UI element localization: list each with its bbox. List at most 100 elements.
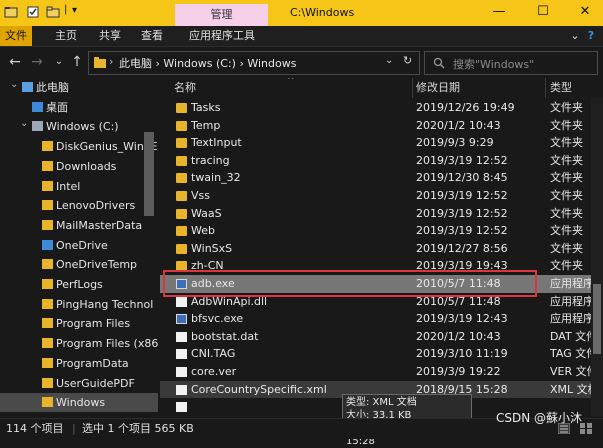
sidebar-item-diskgenius-winpe[interactable]: DiskGenius_WinPE bbox=[0, 137, 158, 156]
title-bar: | ▾ 管理 C:\Windows — ☐ ✕ bbox=[0, 0, 603, 26]
ribbon-tabs: 文件 主页 共享 查看 应用程序工具 ⌄ ? bbox=[0, 26, 603, 47]
sidebar-item-onedrivetemp[interactable]: OneDriveTemp bbox=[0, 255, 158, 274]
properties-icon[interactable] bbox=[26, 5, 40, 19]
file-row[interactable]: WinSxS 2019/12/27 8:56 文件夹 bbox=[160, 240, 603, 258]
file-name: bfsvc.exe bbox=[191, 312, 244, 326]
tab-home[interactable]: 主页 bbox=[50, 26, 82, 46]
file-row[interactable]: bootstat.dat 2020/1/2 10:43 DAT 文件 bbox=[160, 328, 603, 346]
sidebar-item-[interactable]: ⌄ 此电脑 bbox=[0, 78, 158, 97]
folder-icon bbox=[42, 377, 53, 388]
folder-icon bbox=[42, 160, 53, 171]
file-type: 文件夹 bbox=[550, 259, 583, 273]
folder-icon bbox=[176, 226, 187, 237]
sidebar-item-perflogs[interactable]: PerfLogs bbox=[0, 275, 158, 294]
file-row[interactable]: bfsvc.exe 2019/3/19 12:43 应用程序 bbox=[160, 310, 603, 328]
sidebar-item-label: Program Files (x86 bbox=[56, 337, 158, 351]
refresh-icon[interactable]: ↻ bbox=[403, 54, 412, 67]
sidebar-item-label: Downloads bbox=[56, 159, 117, 173]
sidebar-item-intel[interactable]: Intel bbox=[0, 177, 158, 196]
sidebar-item-label: OneDriveTemp bbox=[56, 258, 138, 272]
sidebar-item-label: Windows bbox=[56, 396, 106, 410]
address-path[interactable]: 此电脑 › Windows (C:) › Windows bbox=[119, 55, 296, 71]
file-icon bbox=[176, 349, 187, 360]
file-name: tracing bbox=[191, 153, 230, 167]
navigation-pane: ⌄ 此电脑 桌面 ⌄ Windows (C:) DiskGenius_WinPE Downl… bbox=[0, 78, 158, 416]
column-header-name[interactable]: 名称 bbox=[174, 78, 196, 98]
maximize-button[interactable]: ☐ bbox=[521, 0, 565, 26]
folder-icon bbox=[176, 208, 187, 219]
file-type: 文件夹 bbox=[550, 206, 583, 220]
file-name: Temp bbox=[191, 118, 221, 132]
navigation-scrollbar[interactable] bbox=[144, 132, 154, 216]
back-button[interactable]: ← bbox=[8, 54, 22, 70]
file-row[interactable]: TextInput 2019/9/3 9:29 文件夹 bbox=[160, 134, 603, 152]
file-row[interactable]: Tasks 2019/12/26 19:49 文件夹 bbox=[160, 99, 603, 117]
recent-locations-button[interactable]: ⌄ bbox=[52, 54, 66, 70]
sidebar-item-windows[interactable]: Windows bbox=[0, 393, 158, 413]
sidebar-item-userguidepdf[interactable]: UserGuidePDF bbox=[0, 374, 158, 393]
sidebar-item-pinghang-technol[interactable]: PingHang Technol bbox=[0, 295, 158, 314]
up-button[interactable]: ↑ bbox=[70, 54, 84, 70]
sidebar-item-windows-c[interactable]: ⌄ Windows (C:) bbox=[0, 117, 158, 136]
address-bar[interactable]: › 此电脑 › Windows (C:) › Windows ⌄ ↻ bbox=[88, 51, 420, 75]
file-name: Web bbox=[191, 224, 215, 238]
folder-icon bbox=[42, 279, 53, 289]
sidebar-item-label: DiskGenius_WinPE bbox=[56, 140, 158, 154]
sidebar-item-program-files-x86[interactable]: Program Files (x86 bbox=[0, 334, 158, 353]
file-row[interactable]: WaaS 2019/3/19 12:52 文件夹 bbox=[160, 205, 603, 223]
new-folder-icon[interactable] bbox=[46, 5, 60, 19]
qa-customize-icon[interactable]: ▾ bbox=[72, 5, 77, 16]
file-row[interactable]: CNI.TAG 2019/3/10 11:19 TAG 文件 bbox=[160, 345, 603, 363]
file-name: CoreCountrySpecific.xml bbox=[191, 382, 327, 396]
desktop-icon bbox=[32, 101, 43, 112]
folder-icon bbox=[42, 141, 53, 152]
file-icon bbox=[176, 367, 187, 377]
tab-file[interactable]: 文件 bbox=[0, 26, 32, 46]
folder-icon bbox=[94, 57, 106, 68]
folder-icon bbox=[42, 219, 53, 230]
column-divider[interactable] bbox=[412, 78, 413, 98]
selection-info: 选中 1 个项目 565 KB bbox=[82, 422, 194, 435]
sidebar-item-downloads[interactable]: Downloads bbox=[0, 157, 158, 176]
sidebar-item-programdata[interactable]: ProgramData bbox=[0, 354, 158, 373]
address-dropdown-icon[interactable]: ⌄ bbox=[385, 55, 393, 66]
file-list-scrollbar[interactable] bbox=[591, 98, 603, 416]
search-input[interactable]: 搜索"Windows" bbox=[453, 56, 534, 72]
file-type: 应用程序 bbox=[550, 312, 594, 326]
ribbon-collapse-icon[interactable]: ⌄ bbox=[568, 26, 582, 46]
file-name: WinSxS bbox=[191, 241, 233, 255]
file-row[interactable]: core.ver 2019/3/9 19:22 VER 文件 bbox=[160, 363, 603, 381]
folder-icon bbox=[42, 397, 53, 408]
column-header-type[interactable]: 类型 bbox=[550, 78, 572, 98]
scrollbar-thumb[interactable] bbox=[593, 284, 601, 354]
help-icon[interactable]: ? bbox=[584, 26, 598, 46]
tab-share[interactable]: 共享 bbox=[94, 26, 126, 46]
context-tab-manage[interactable]: 管理 bbox=[175, 4, 268, 26]
column-divider[interactable] bbox=[545, 78, 546, 98]
file-row[interactable]: twain_32 2019/12/30 8:45 文件夹 bbox=[160, 169, 603, 187]
expand-chevron-icon[interactable]: ⌄ bbox=[10, 78, 18, 94]
column-header-date[interactable]: 修改日期 bbox=[416, 78, 460, 98]
sidebar-item-lenovodrivers[interactable]: LenovoDrivers bbox=[0, 196, 158, 215]
expand-chevron-icon[interactable]: ⌄ bbox=[20, 114, 28, 133]
sidebar-item-program-files[interactable]: Program Files bbox=[0, 314, 158, 333]
close-button[interactable]: ✕ bbox=[563, 0, 603, 26]
minimize-button[interactable]: — bbox=[477, 0, 521, 26]
file-date: 2019/3/19 12:52 bbox=[416, 189, 508, 202]
file-row[interactable]: Web 2019/3/19 12:52 文件夹 bbox=[160, 222, 603, 240]
tab-app-tools[interactable]: 应用程序工具 bbox=[184, 26, 260, 46]
file-date: 2020/1/2 10:43 bbox=[416, 118, 501, 132]
tab-view[interactable]: 查看 bbox=[136, 26, 168, 46]
sidebar-item-onedrive[interactable]: OneDrive bbox=[0, 236, 158, 255]
file-row[interactable]: Temp 2020/1/2 10:43 文件夹 bbox=[160, 117, 603, 135]
file-row[interactable]: Vss 2019/3/19 12:52 文件夹 bbox=[160, 187, 603, 205]
forward-button[interactable]: → bbox=[30, 54, 44, 70]
sidebar-item-mailmasterdata[interactable]: MailMasterData bbox=[0, 216, 158, 235]
file-row[interactable]: tracing 2019/3/19 12:52 文件夹 bbox=[160, 152, 603, 170]
search-box[interactable]: 搜索"Windows" bbox=[424, 51, 598, 75]
sidebar-item-label: Intel bbox=[56, 179, 81, 193]
folder-icon bbox=[42, 200, 53, 211]
sort-indicator-icon: ^ bbox=[287, 78, 295, 86]
file-icon bbox=[176, 331, 187, 342]
address-chevron-icon: › bbox=[109, 55, 114, 68]
